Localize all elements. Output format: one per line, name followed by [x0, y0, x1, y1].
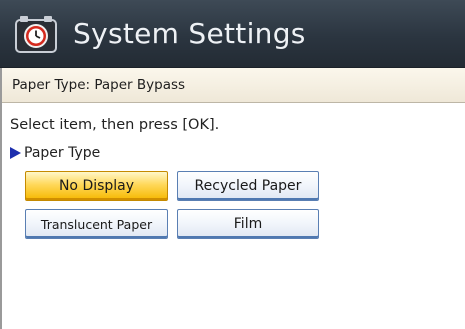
option-label: Recycled Paper: [194, 178, 302, 194]
breadcrumb: Paper Type: Paper Bypass: [2, 68, 465, 103]
option-recycled-paper-button[interactable]: Recycled Paper: [177, 171, 319, 201]
option-film-button[interactable]: Film: [177, 209, 319, 239]
settings-clock-icon: [15, 14, 57, 54]
option-translucent-paper-button[interactable]: Translucent Paper: [25, 209, 168, 239]
instruction-text: Select item, then press [OK].: [10, 117, 220, 133]
option-no-display-button[interactable]: No Display: [25, 171, 168, 201]
title-bar: System Settings: [0, 0, 465, 68]
option-label: Translucent Paper: [40, 216, 153, 232]
window-title: System Settings: [73, 17, 306, 50]
section-heading: Paper Type: [10, 145, 100, 161]
triangle-right-icon: [10, 147, 21, 159]
section-label: Paper Type: [24, 145, 101, 161]
option-label: Film: [233, 216, 263, 232]
option-label: No Display: [58, 178, 135, 194]
breadcrumb-text: Paper Type: Paper Bypass: [12, 77, 186, 93]
